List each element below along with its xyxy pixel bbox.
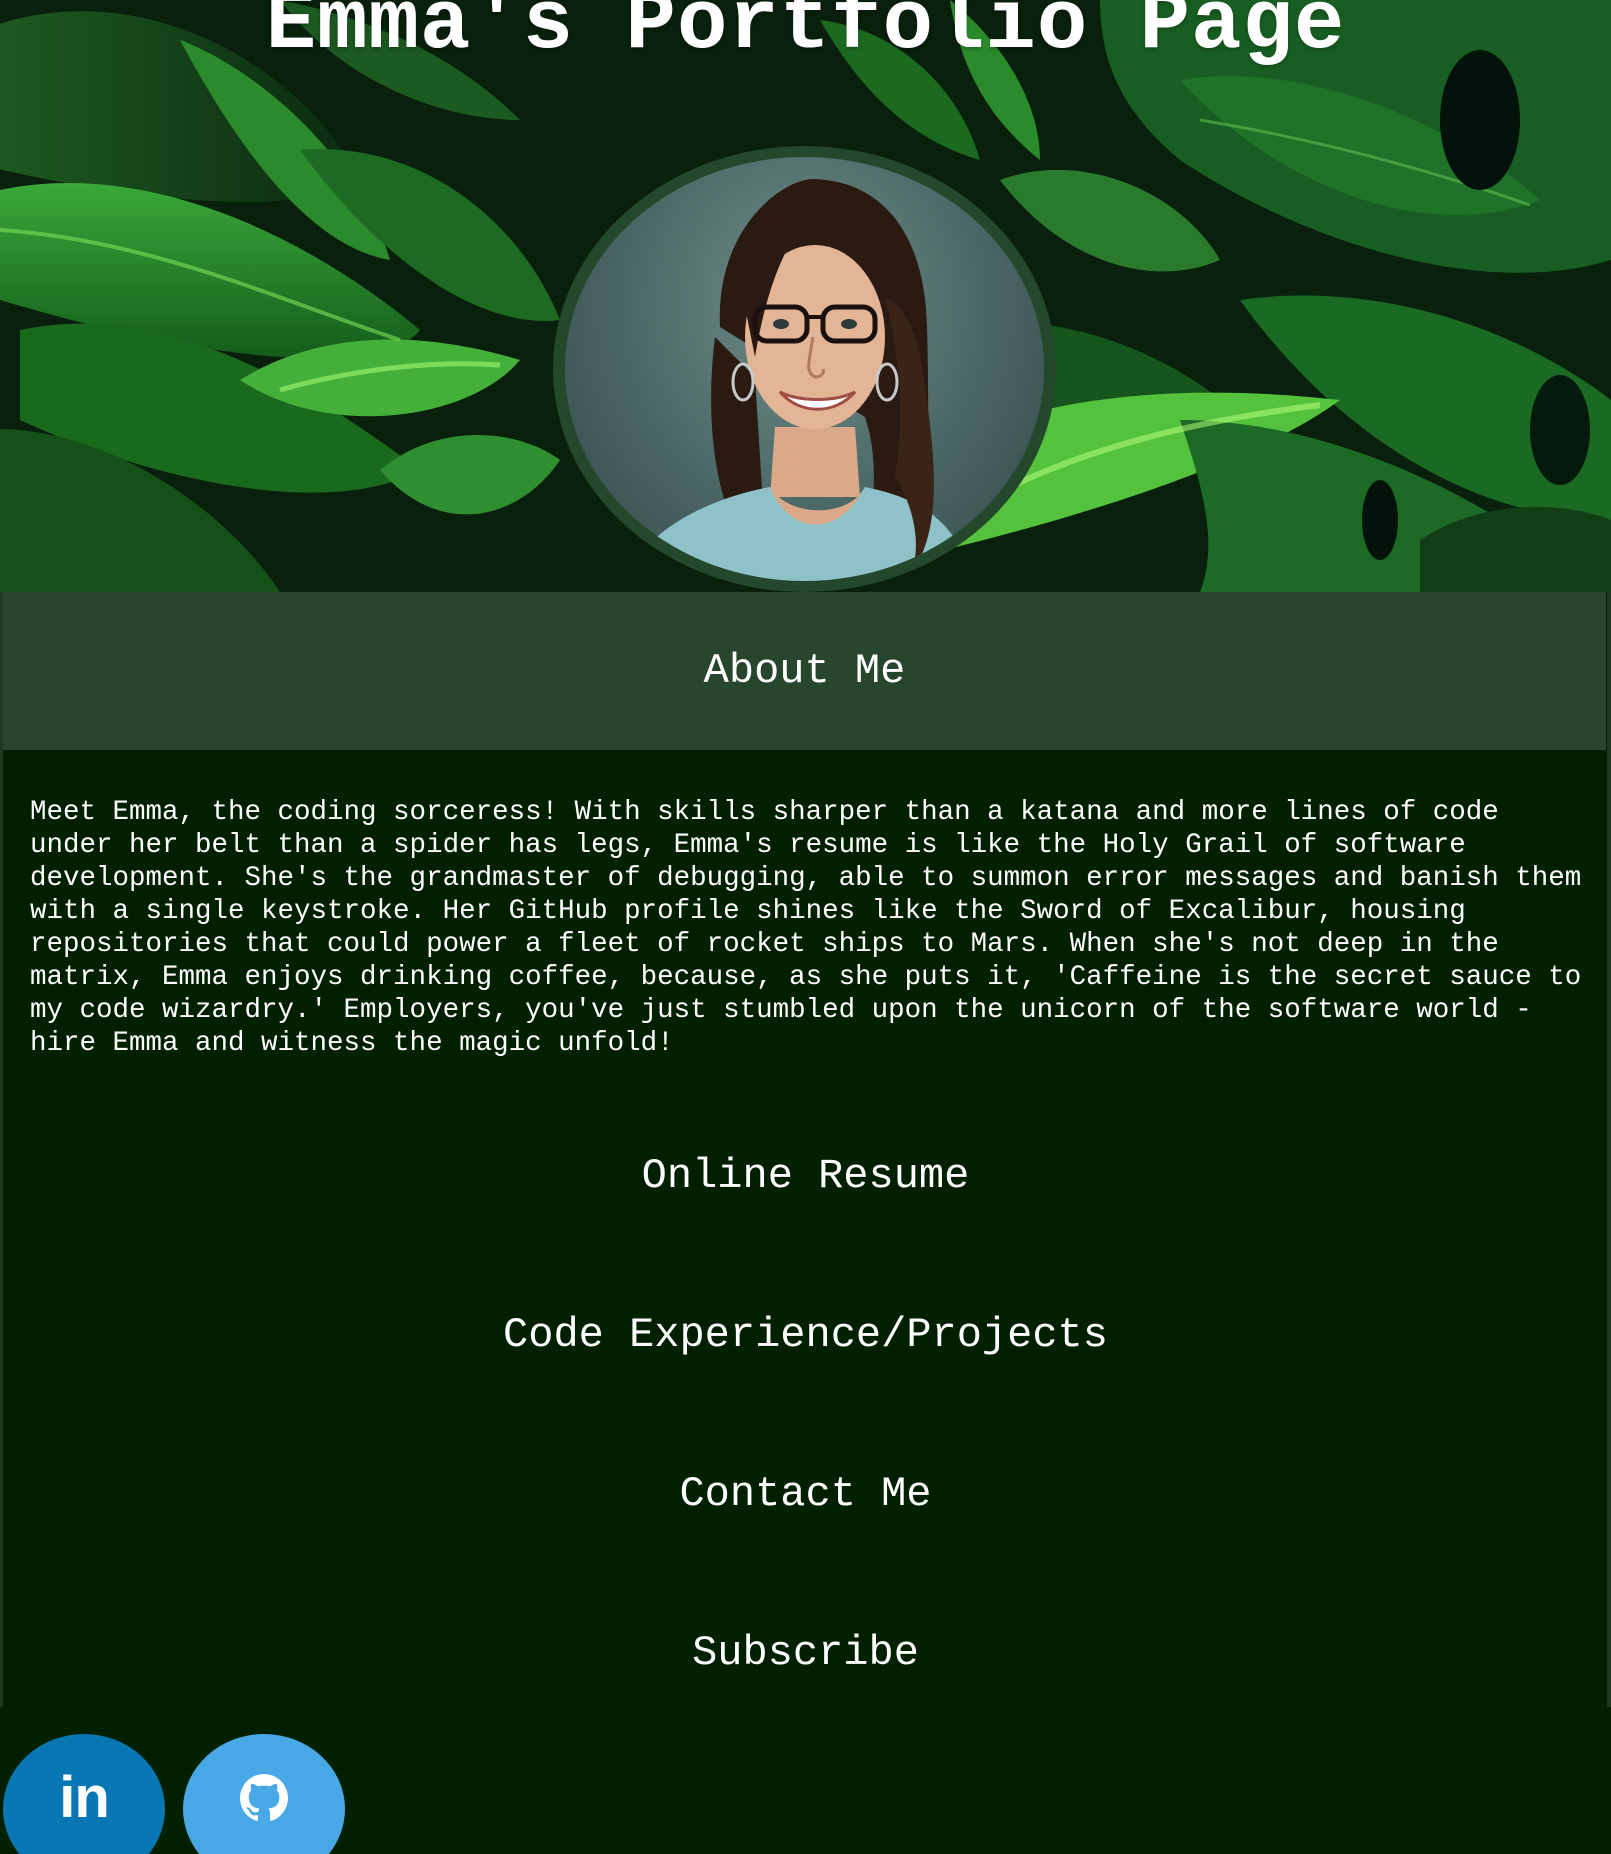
linkedin-button[interactable]: in [3,1734,165,1854]
online-resume-link[interactable]: Online Resume [0,1151,1611,1201]
contact-me-link[interactable]: Contact Me [0,1469,1611,1519]
about-heading: About Me [703,647,906,695]
hero-banner: Emma's Portfolio Page [0,0,1611,592]
linkedin-icon: in [59,1765,110,1830]
left-border [0,592,3,1707]
about-header: About Me [3,592,1606,750]
github-button[interactable] [183,1734,345,1854]
profile-avatar [565,157,1044,581]
page-title: Emma's Portfolio Page [265,0,1346,73]
portfolio-page: Emma's Portfolio Page About Me Meet Emma… [0,0,1611,1854]
subscribe-link[interactable]: Subscribe [0,1628,1611,1678]
right-border [1607,592,1611,1707]
profile-photo [625,178,975,581]
code-projects-link[interactable]: Code Experience/Projects [0,1310,1611,1360]
about-paragraph: Meet Emma, the coding sorceress! With sk… [30,797,1582,1059]
github-icon [240,1774,288,1821]
